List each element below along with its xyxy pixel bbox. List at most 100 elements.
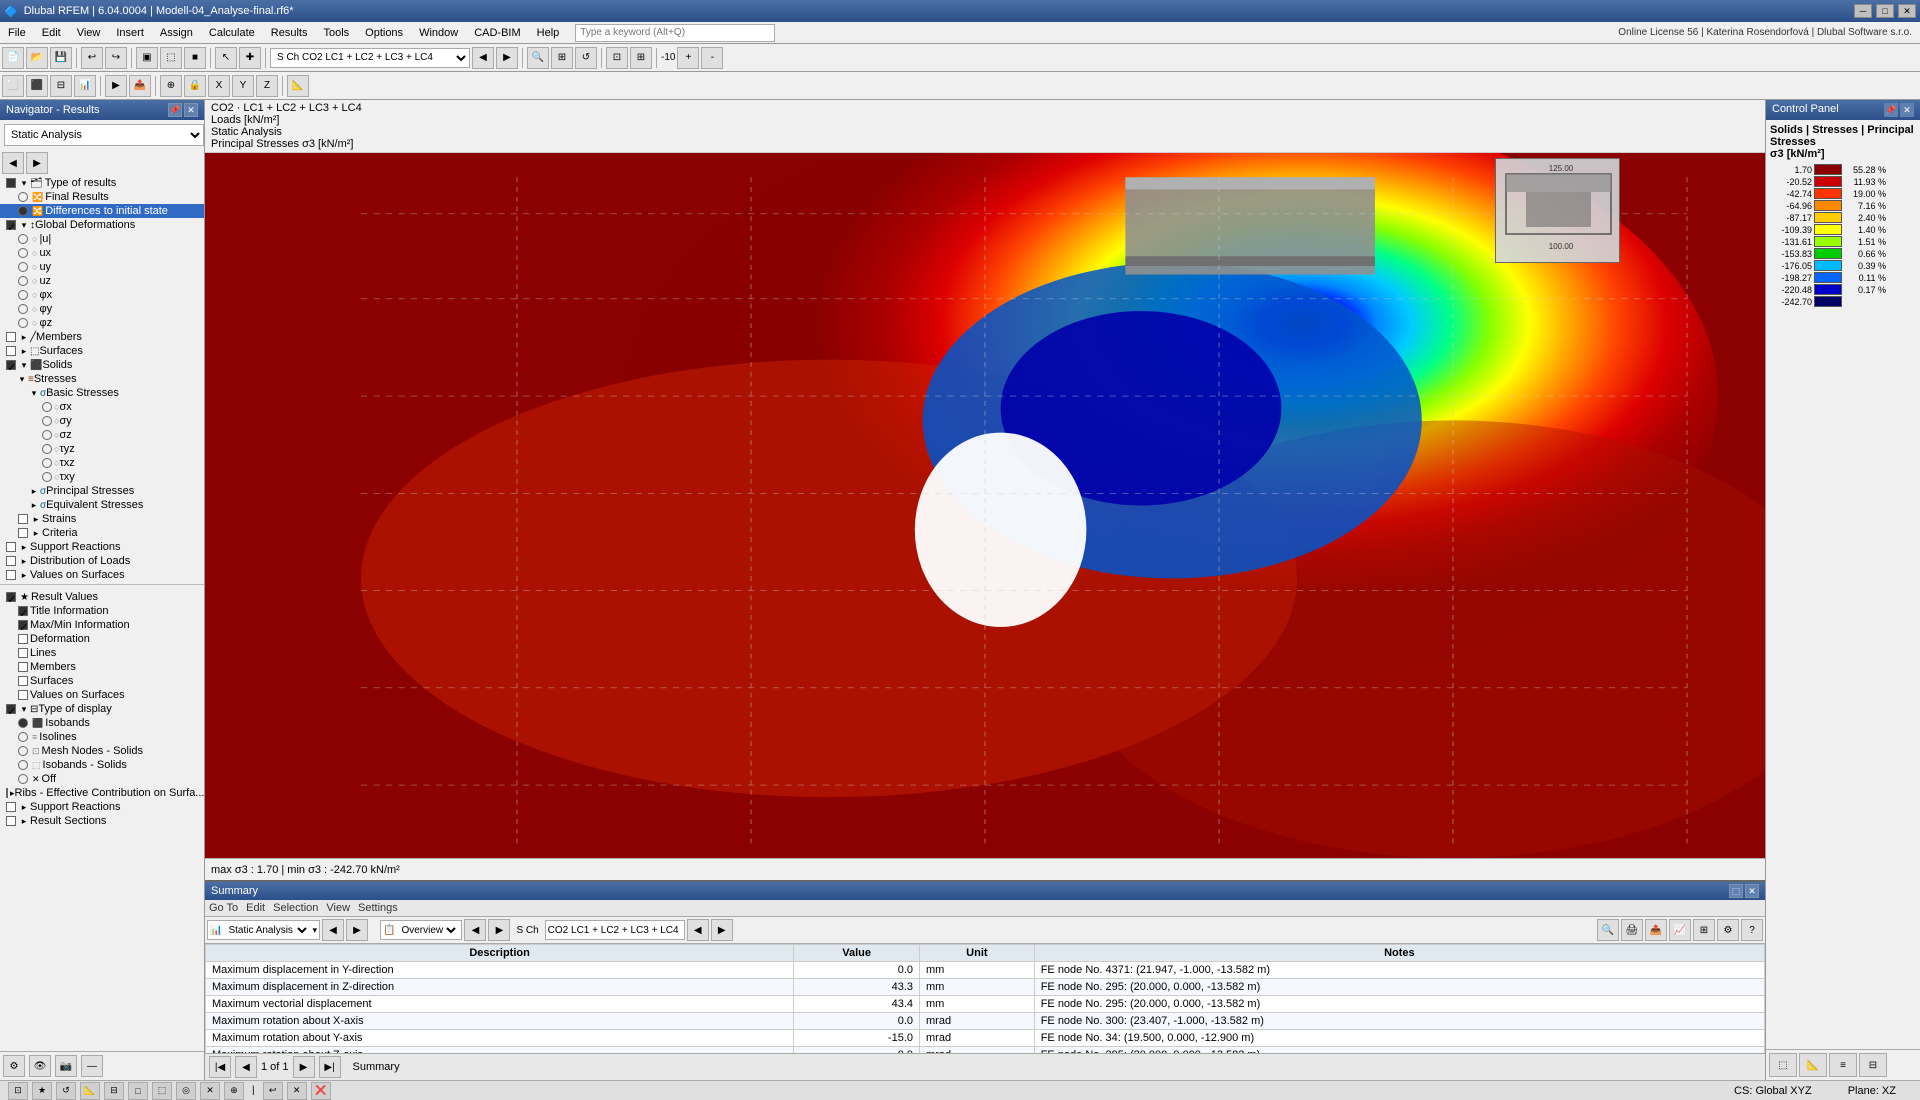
axis-y-button[interactable]: Y [232, 75, 254, 97]
nav-more-button[interactable]: — [81, 1055, 103, 1077]
tree-title-information[interactable]: ✓ Title Information [0, 604, 204, 618]
ribs-check[interactable] [6, 788, 8, 798]
isobands-radio[interactable] [18, 718, 28, 728]
tree-ribs[interactable]: ▸ Ribs - Effective Contribution on Surfa… [0, 786, 204, 800]
type-display-check[interactable]: ✓ [6, 704, 16, 714]
page-prev-button[interactable]: ◀ [235, 1056, 257, 1078]
menu-file[interactable]: File [0, 22, 34, 43]
type-results-check[interactable] [6, 178, 16, 188]
overview-combo[interactable]: Overview [397, 924, 459, 937]
summary-prev-button[interactable]: ◀ [322, 919, 344, 941]
tree-result-sections[interactable]: ▸ Result Sections [0, 814, 204, 828]
cp-btn1[interactable]: ⬚ [1769, 1053, 1797, 1077]
menu-results[interactable]: Results [263, 22, 316, 43]
support2-check[interactable] [6, 802, 16, 812]
zoom-in-button[interactable]: + [677, 47, 699, 69]
tab-settings[interactable]: Settings [358, 902, 398, 914]
stresses-expand[interactable]: ▾ [16, 373, 28, 385]
animate-button[interactable]: ▶ [105, 75, 127, 97]
lc-next-button[interactable]: ▶ [711, 919, 733, 941]
criteria-expand[interactable]: ▸ [30, 527, 42, 539]
nav-camera-button[interactable]: 📷 [55, 1055, 77, 1077]
strains-expand[interactable]: ▸ [30, 513, 42, 525]
strains-check[interactable] [18, 514, 28, 524]
tab-edit[interactable]: Edit [246, 902, 265, 914]
close-button[interactable]: ✕ [1898, 4, 1916, 18]
tree-final-results[interactable]: 🔀 Final Results [0, 190, 204, 204]
prev-lc-button[interactable]: ◀ [472, 47, 494, 69]
nav-view-button[interactable]: 👁 [29, 1055, 51, 1077]
settings2-button[interactable]: ⚙ [1717, 919, 1739, 941]
redo-button[interactable]: ↪ [105, 47, 127, 69]
bottom-btn1[interactable]: ⊡ [8, 1082, 28, 1100]
menu-cad-bim[interactable]: CAD-BIM [466, 22, 528, 43]
menu-tools[interactable]: Tools [315, 22, 357, 43]
bottom-btn7[interactable]: ⬚ [152, 1082, 172, 1100]
tree-deform-px[interactable]: ○ φx [0, 288, 204, 302]
tab-view[interactable]: View [326, 902, 350, 914]
tree-display-off[interactable]: ✕ Off [0, 772, 204, 786]
tree-distribution-loads[interactable]: ▸ Distribution of Loads [0, 554, 204, 568]
pz-radio[interactable] [18, 318, 28, 328]
chart-button[interactable]: 📈 [1669, 919, 1691, 941]
columns-button[interactable]: ⊞ [1693, 919, 1715, 941]
menu-options[interactable]: Options [357, 22, 411, 43]
lc-combo[interactable]: CO2 LC1 + LC2 + LC3 + LC4 [545, 920, 685, 940]
values-surf2-check[interactable] [18, 690, 28, 700]
tree-tau-xz[interactable]: ○ τxz [0, 456, 204, 470]
search-input[interactable] [575, 24, 775, 42]
title-info-check[interactable]: ✓ [18, 606, 28, 616]
undo-button[interactable]: ↩ [81, 47, 103, 69]
filter-button[interactable]: 🔍 [1597, 919, 1619, 941]
tree-solids[interactable]: ✓ ▾ ⬛ Solids [0, 358, 204, 372]
tree-deform-u[interactable]: ○ |u| [0, 232, 204, 246]
print-button[interactable]: 🖨 [1621, 919, 1643, 941]
tree-deform-uz[interactable]: ○ uz [0, 274, 204, 288]
maxmin-check[interactable]: ✓ [18, 620, 28, 630]
open-button[interactable]: 📂 [26, 47, 48, 69]
view-3d-button[interactable]: ▣ [136, 47, 158, 69]
differences-radio[interactable] [18, 206, 28, 216]
global-deform-check[interactable]: ✓ [6, 220, 16, 230]
support2-expand[interactable]: ▸ [18, 801, 30, 813]
tree-stresses[interactable]: ▾ ≡ Stresses [0, 372, 204, 386]
tree-isobands[interactable]: ⬛ Isobands [0, 716, 204, 730]
minimize-button[interactable]: ─ [1854, 4, 1872, 18]
result-button[interactable]: 📊 [74, 75, 96, 97]
tree-deform-py[interactable]: ○ φy [0, 302, 204, 316]
tree-isolines[interactable]: ≡ Isolines [0, 730, 204, 744]
menu-assign[interactable]: Assign [152, 22, 201, 43]
sx-radio[interactable] [42, 402, 52, 412]
distrib-check[interactable] [6, 556, 16, 566]
render-button[interactable]: ⬜ [2, 75, 24, 97]
tree-maxmin-information[interactable]: ✓ Max/Min Information [0, 618, 204, 632]
surfaces-expand[interactable]: ▸ [18, 345, 30, 357]
tree-isobands-solids[interactable]: ⬚ Isobands - Solids [0, 758, 204, 772]
lines2-check[interactable] [18, 648, 28, 658]
tree-criteria[interactable]: ▸ Criteria [0, 526, 204, 540]
tree-sigma-y[interactable]: ○ σy [0, 414, 204, 428]
summary-next-button[interactable]: ▶ [346, 919, 368, 941]
tyz-radio[interactable] [42, 444, 52, 454]
bottom-btn4[interactable]: 📐 [80, 1082, 100, 1100]
tree-members[interactable]: ▸ ╱ Members [0, 330, 204, 344]
cp-btn2[interactable]: 📐 [1799, 1053, 1827, 1077]
equivalent-expand[interactable]: ▸ [28, 499, 40, 511]
txz-radio[interactable] [42, 458, 52, 468]
cp-pin-button[interactable]: 📌 [1884, 103, 1898, 117]
tree-equivalent-stresses[interactable]: ▸ σ Equivalent Stresses [0, 498, 204, 512]
values-surfs-check[interactable] [6, 570, 16, 580]
ux-radio[interactable] [18, 248, 28, 258]
tab-goto[interactable]: Go To [209, 902, 238, 914]
material-button[interactable]: ⬛ [26, 75, 48, 97]
tree-result-values[interactable]: ✓ ★ Result Values [0, 590, 204, 604]
isolines-radio[interactable] [18, 732, 28, 742]
distrib-expand[interactable]: ▸ [18, 555, 30, 567]
tree-sigma-x[interactable]: ○ σx [0, 400, 204, 414]
bottom-btn11[interactable]: ↩ [263, 1082, 283, 1100]
save-button[interactable]: 💾 [50, 47, 72, 69]
nav-settings-button[interactable]: ⚙ [3, 1055, 25, 1077]
final-results-radio[interactable] [18, 192, 28, 202]
mesh-nodes-radio[interactable] [18, 746, 28, 756]
u-radio[interactable] [18, 234, 28, 244]
